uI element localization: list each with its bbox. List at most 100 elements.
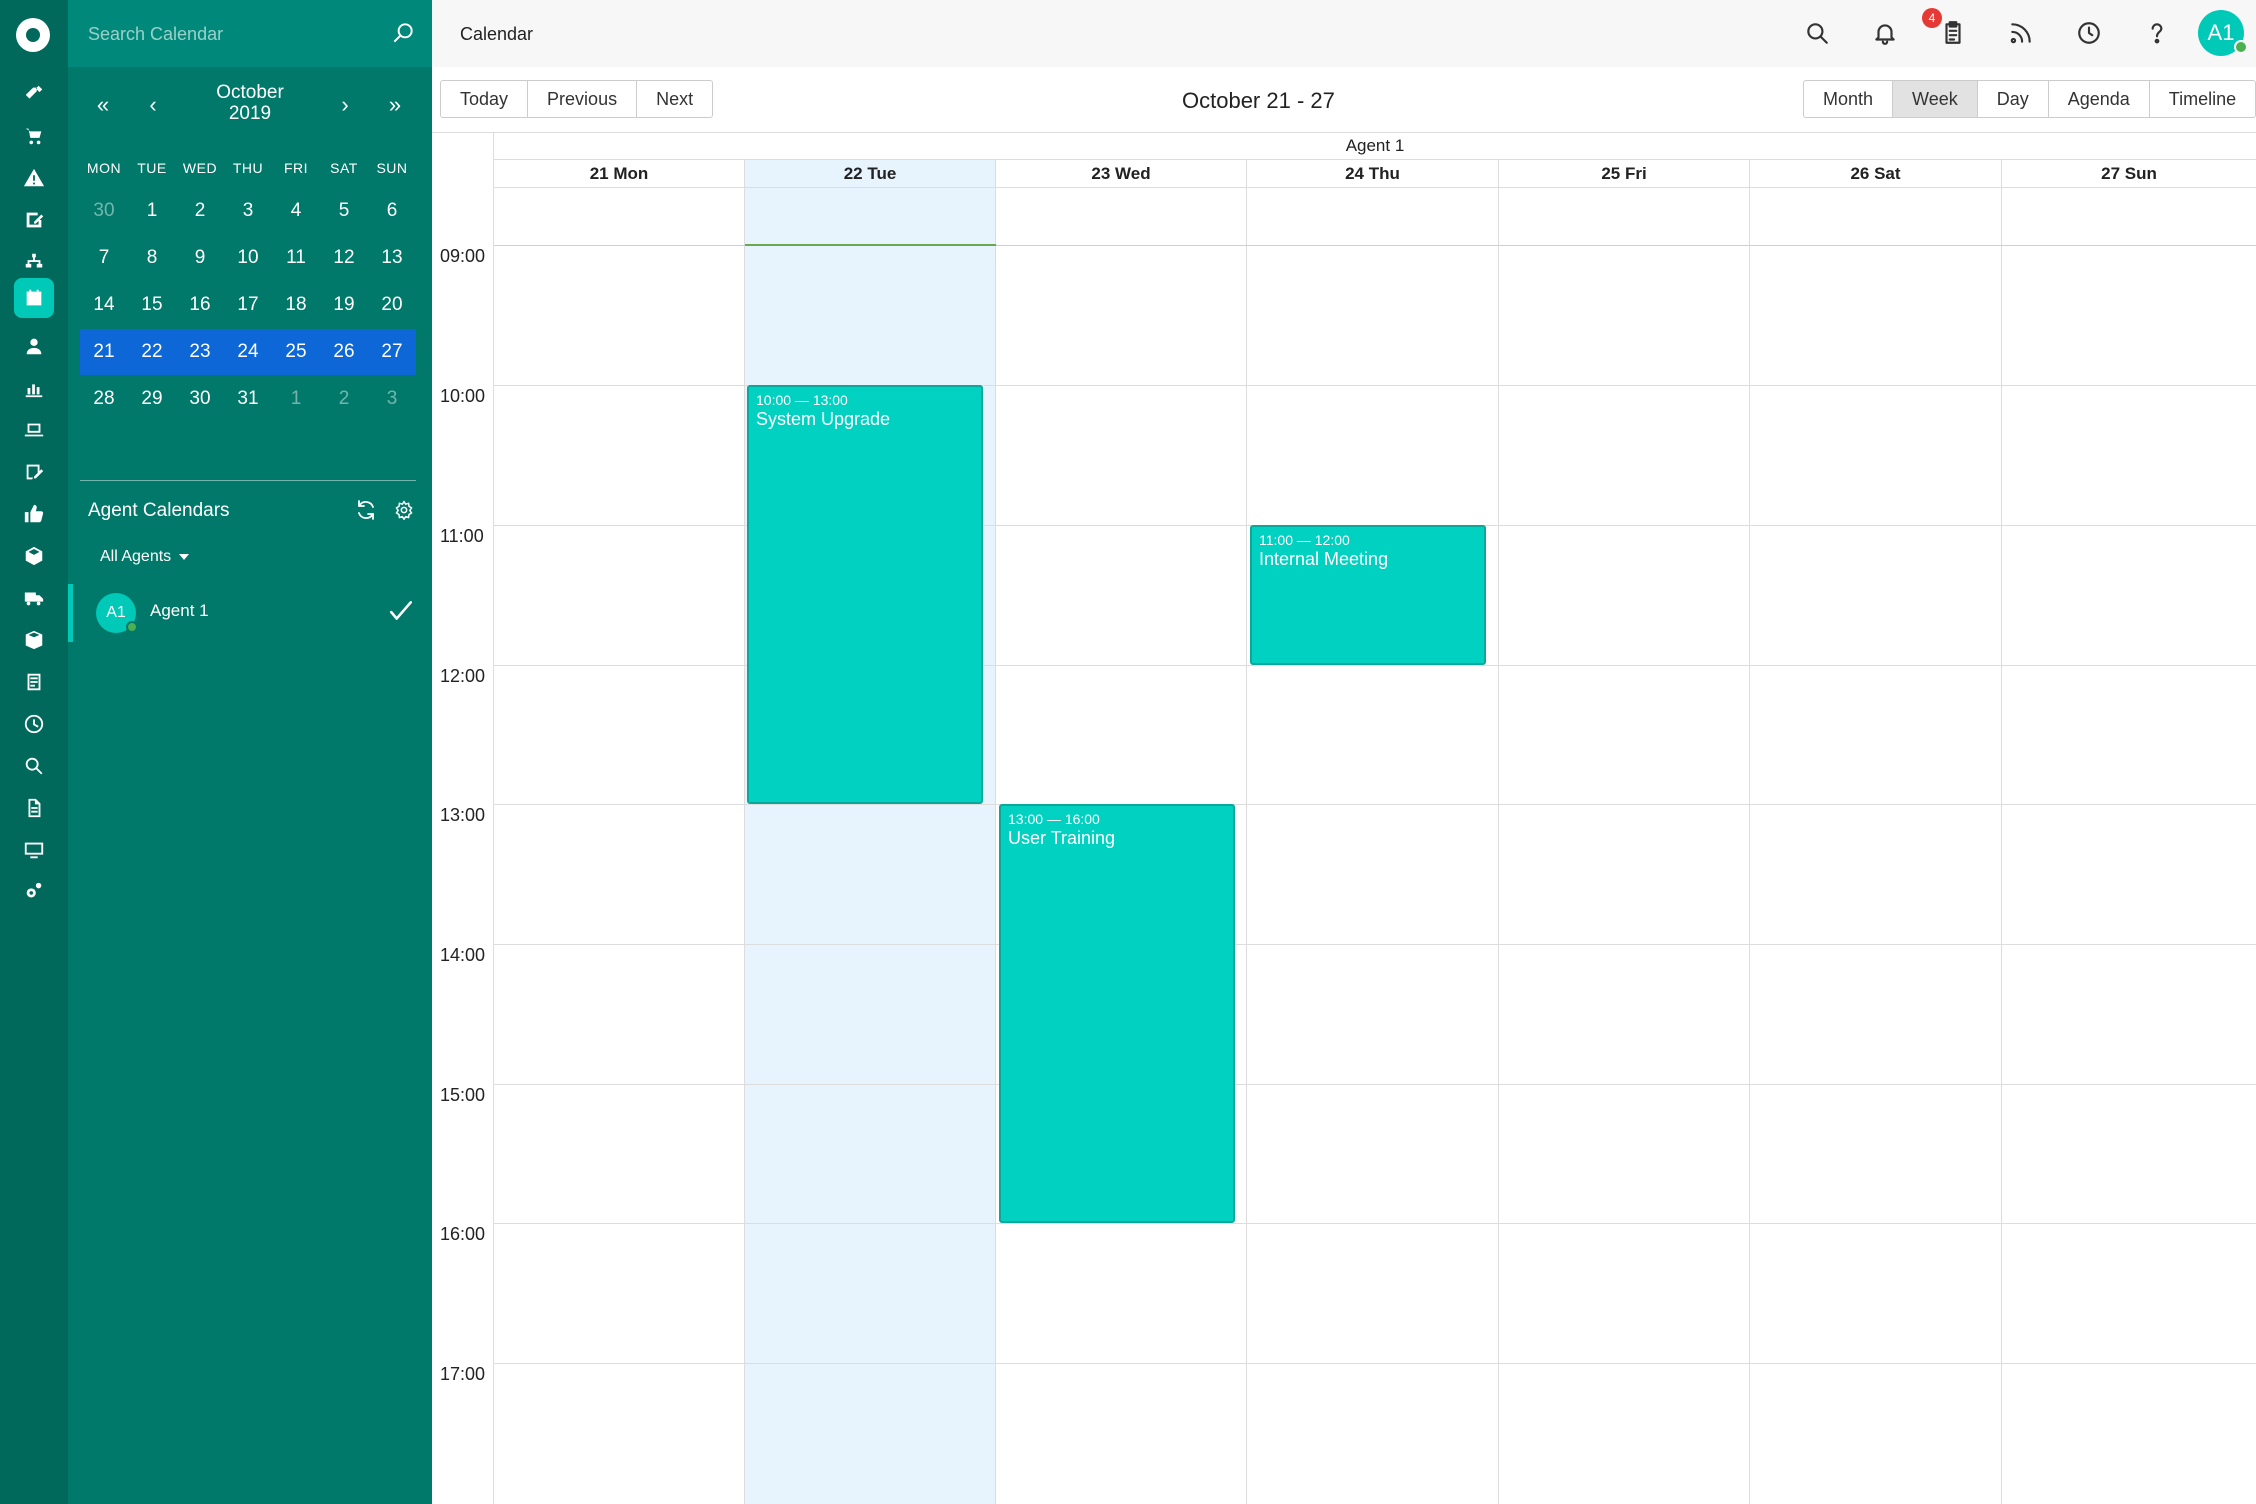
today-button[interactable]: Today <box>441 81 529 117</box>
app-logo-icon[interactable] <box>16 18 50 52</box>
mini-calendar-day[interactable]: 1 <box>272 376 320 422</box>
mini-calendar-day[interactable]: 6 <box>368 188 416 234</box>
hour-line <box>494 1084 2256 1085</box>
laptop-icon[interactable] <box>14 410 54 450</box>
search-icon[interactable] <box>390 20 416 46</box>
clock-icon[interactable] <box>14 704 54 744</box>
checkmark-icon[interactable] <box>388 598 414 624</box>
day-header[interactable]: 24 Thu <box>1247 160 1499 188</box>
mini-calendar-day[interactable]: 21 <box>80 329 128 375</box>
mini-calendar-day[interactable]: 9 <box>176 235 224 281</box>
package-icon[interactable] <box>14 620 54 660</box>
next-button[interactable]: Next <box>637 81 712 117</box>
last-month-button[interactable]: » <box>380 92 410 118</box>
reports-chart-icon[interactable] <box>14 368 54 408</box>
all-day-row[interactable] <box>494 188 2256 246</box>
mini-calendar-day[interactable]: 8 <box>128 235 176 281</box>
notes-icon[interactable] <box>14 452 54 492</box>
mini-calendar-day[interactable]: 15 <box>128 282 176 328</box>
clipboard-icon[interactable] <box>1938 18 1968 48</box>
document-list-icon[interactable] <box>14 662 54 702</box>
month-year-label[interactable]: October 2019 <box>180 82 320 124</box>
help-icon[interactable] <box>2142 18 2172 48</box>
mini-calendar-day[interactable]: 14 <box>80 282 128 328</box>
mini-calendar-day[interactable]: 20 <box>368 282 416 328</box>
mini-calendar: « ‹ October 2019 › » MON TUE WED THU FRI… <box>80 78 420 409</box>
day-header[interactable]: 27 Sun <box>2002 160 2256 188</box>
view-agenda-button[interactable]: Agenda <box>2049 81 2150 117</box>
assets-box-icon[interactable] <box>14 536 54 576</box>
mini-calendar-day[interactable]: 1 <box>128 188 176 234</box>
mini-calendar-day[interactable]: 18 <box>272 282 320 328</box>
mini-calendar-day[interactable]: 22 <box>128 329 176 375</box>
view-day-button[interactable]: Day <box>1978 81 2049 117</box>
user-avatar[interactable]: A1 <box>2198 10 2248 56</box>
alert-icon[interactable] <box>14 158 54 198</box>
mini-calendar-day[interactable]: 19 <box>320 282 368 328</box>
view-month-button[interactable]: Month <box>1804 81 1894 117</box>
mini-calendar-day[interactable]: 10 <box>224 235 272 281</box>
view-week-button[interactable]: Week <box>1893 81 1978 117</box>
day-header[interactable]: 23 Wed <box>996 160 1247 188</box>
user-icon[interactable] <box>14 326 54 366</box>
mini-calendar-day[interactable]: 23 <box>176 329 224 375</box>
day-header-today[interactable]: 22 Tue <box>745 160 996 188</box>
day-header[interactable]: 26 Sat <box>1750 160 2002 188</box>
mini-calendar-day[interactable]: 29 <box>128 376 176 422</box>
calendar-event[interactable]: 13:00 — 16:00 User Training <box>999 804 1235 1223</box>
bell-icon[interactable] <box>1870 18 1900 48</box>
mini-calendar-day[interactable]: 30 <box>176 376 224 422</box>
next-month-button[interactable]: › <box>330 92 360 118</box>
previous-button[interactable]: Previous <box>528 81 638 117</box>
mini-calendar-day[interactable]: 2 <box>176 188 224 234</box>
mini-calendar-day[interactable]: 2 <box>320 376 368 422</box>
monitor-icon[interactable] <box>14 830 54 870</box>
settings-gears-icon[interactable] <box>14 872 54 912</box>
mini-calendar-day[interactable]: 5 <box>320 188 368 234</box>
file-icon[interactable] <box>14 788 54 828</box>
tickets-icon[interactable] <box>14 74 54 114</box>
edit-icon[interactable] <box>14 200 54 240</box>
clock-icon[interactable] <box>2074 18 2104 48</box>
mini-calendar-day[interactable]: 30 <box>80 188 128 234</box>
calendar-icon[interactable] <box>14 278 54 318</box>
month-label: October <box>216 82 284 103</box>
prev-month-button[interactable]: ‹ <box>138 92 168 118</box>
mini-calendar-day[interactable]: 3 <box>368 376 416 422</box>
search-input[interactable] <box>88 18 378 50</box>
view-timeline-button[interactable]: Timeline <box>2150 81 2255 117</box>
thumbs-up-icon[interactable] <box>14 494 54 534</box>
time-label: 10:00 <box>440 386 486 406</box>
mini-calendar-day[interactable]: 28 <box>80 376 128 422</box>
mini-calendar-day[interactable]: 16 <box>176 282 224 328</box>
time-label: 12:00 <box>440 666 486 686</box>
rss-feed-icon[interactable] <box>2006 18 2036 48</box>
delivery-truck-icon[interactable] <box>14 578 54 618</box>
mini-calendar-day[interactable]: 12 <box>320 235 368 281</box>
mini-calendar-day[interactable]: 25 <box>272 329 320 375</box>
day-header[interactable]: 21 Mon <box>494 160 745 188</box>
mini-calendar-day[interactable]: 24 <box>224 329 272 375</box>
day-header[interactable]: 25 Fri <box>1499 160 1750 188</box>
mini-calendar-day[interactable]: 31 <box>224 376 272 422</box>
shop-cart-icon[interactable] <box>14 116 54 156</box>
calendar-event[interactable]: 11:00 — 12:00 Internal Meeting <box>1250 525 1486 665</box>
org-chart-icon[interactable] <box>14 242 54 282</box>
mini-calendar-day[interactable]: 26 <box>320 329 368 375</box>
search-icon[interactable] <box>1802 18 1832 48</box>
mini-calendar-day[interactable]: 4 <box>272 188 320 234</box>
agents-filter-dropdown[interactable]: All Agents <box>100 548 190 566</box>
mini-calendar-day[interactable]: 27 <box>368 329 416 375</box>
mini-calendar-day[interactable]: 7 <box>80 235 128 281</box>
mini-calendar-day[interactable]: 3 <box>224 188 272 234</box>
mini-calendar-day[interactable]: 11 <box>272 235 320 281</box>
mini-calendar-day[interactable]: 13 <box>368 235 416 281</box>
first-month-button[interactable]: « <box>88 92 118 118</box>
refresh-icon[interactable] <box>354 498 378 522</box>
agent-list-item[interactable]: A1 Agent 1 <box>68 584 432 642</box>
event-title: Internal Meeting <box>1259 549 1389 569</box>
calendar-event[interactable]: 10:00 — 13:00 System Upgrade <box>747 385 983 804</box>
mini-calendar-day[interactable]: 17 <box>224 282 272 328</box>
search-icon[interactable] <box>14 746 54 786</box>
gear-icon[interactable] <box>394 500 414 520</box>
